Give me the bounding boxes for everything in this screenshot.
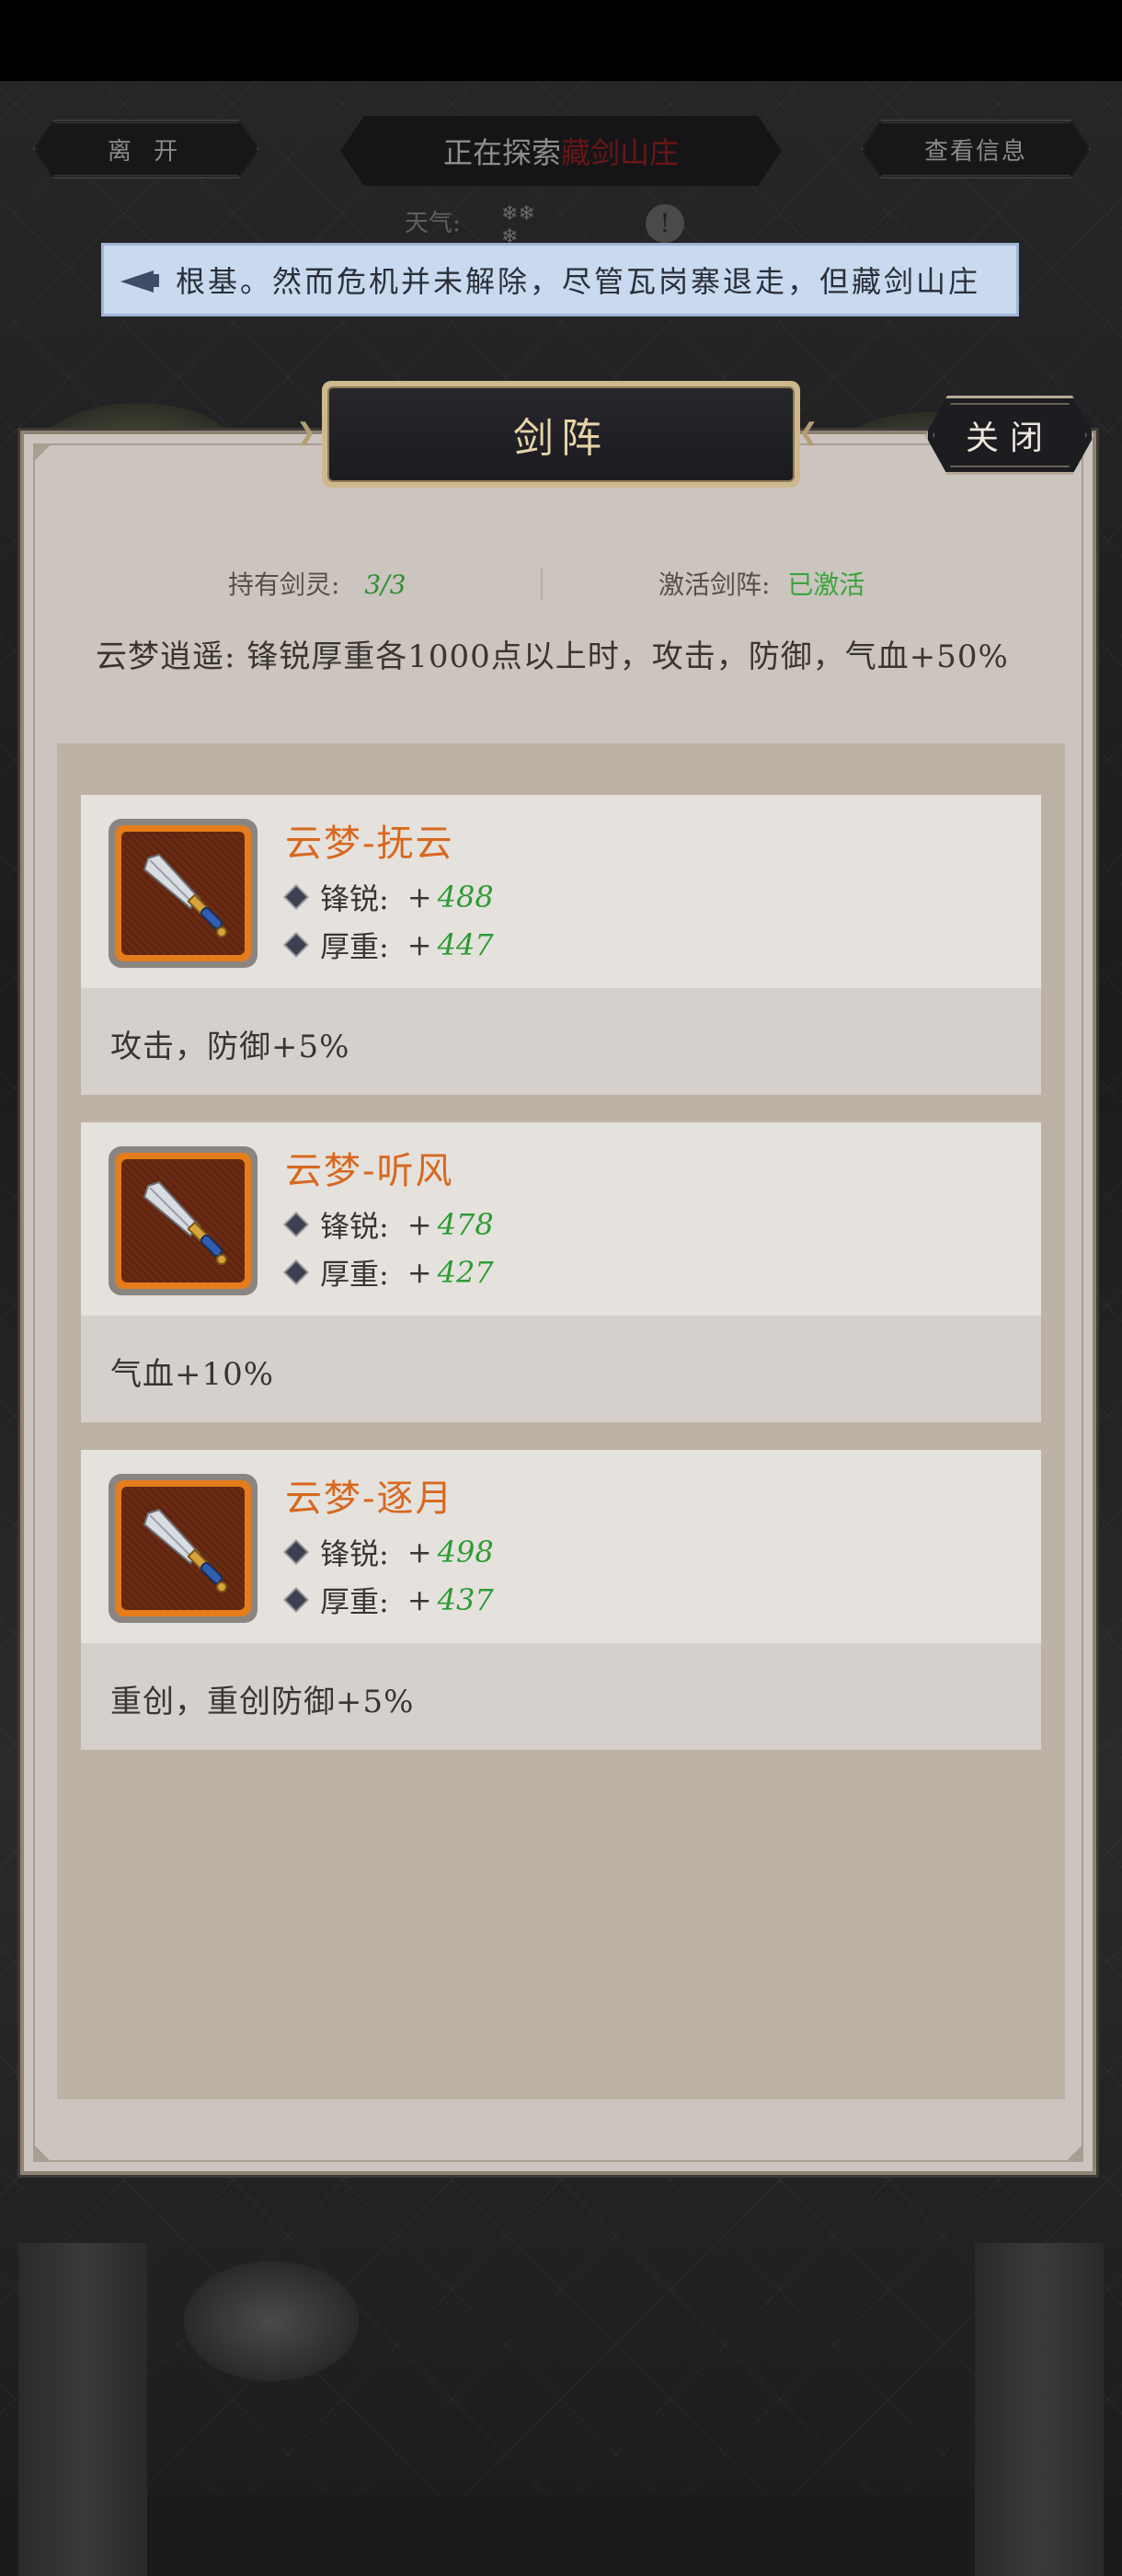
weight-plus: +: [406, 1255, 432, 1290]
sword-spirit-card[interactable]: 云梦-听风 锋锐: +478 厚重: +427 气血+10%: [81, 1122, 1041, 1422]
sharpness-label: 锋锐:: [320, 1536, 389, 1571]
spirit-name: 云梦-逐月: [285, 1478, 454, 1520]
exploring-banner: 正在探索 藏剑山庄: [340, 116, 782, 186]
sharpness-label: 锋锐:: [320, 881, 389, 916]
sword-icon: [143, 1508, 227, 1593]
activated-formation: 激活剑阵: 已激活: [658, 565, 864, 602]
sharpness-value: 498: [437, 1535, 494, 1570]
corner-ornament: ◤: [34, 441, 51, 464]
title-ornament-icon: ❮: [798, 419, 819, 446]
status-bar: [0, 0, 1122, 81]
exploring-location: 藏剑山庄: [561, 135, 680, 170]
announcement-marquee: 根基。然而危机并未解除，尽管瓦岗寨退走，但藏剑山庄: [101, 243, 1019, 316]
alert-icon[interactable]: !: [646, 204, 684, 243]
statue-decoration: [184, 2261, 359, 2381]
sharpness-value: 488: [437, 880, 494, 914]
announcement-text: 根基。然而危机并未解除，尽管瓦岗寨退走，但藏剑山庄: [176, 264, 981, 299]
pillar-decoration: [975, 2243, 1104, 2576]
dialog-title: 剑阵: [327, 386, 795, 482]
weight-plus: +: [406, 1582, 432, 1617]
corner-ornament: ◣: [34, 2141, 51, 2164]
sword-icon-frame: [109, 1146, 258, 1295]
weight-stat: 厚重: +447: [283, 924, 494, 966]
sharpness-stat: 锋锐: +478: [283, 1203, 494, 1246]
sword-icon-frame: [109, 819, 258, 968]
spirit-effect: 重创，重创防御+5%: [110, 1684, 415, 1720]
activated-value: 已激活: [787, 569, 865, 600]
weight-plus: +: [406, 927, 432, 962]
sword-icon: [143, 1180, 227, 1265]
diamond-icon: [285, 1541, 307, 1563]
spirit-name: 云梦-抚云: [285, 822, 454, 865]
leave-button-label: 离 开: [107, 137, 186, 166]
view-info-button[interactable]: 查看信息: [861, 120, 1091, 178]
sharpness-stat: 锋锐: +488: [283, 876, 494, 918]
sharpness-plus: +: [406, 880, 432, 914]
sharpness-plus: +: [406, 1535, 432, 1570]
sword-icon: [143, 853, 227, 937]
megaphone-icon: [120, 267, 161, 293]
sword-spirit-card[interactable]: 云梦-抚云 锋锐: +488 厚重: +447 攻击，防御+5%: [81, 795, 1041, 1095]
weight-value: 437: [437, 1582, 494, 1617]
close-button[interactable]: 关闭: [925, 396, 1094, 475]
owned-value: 3/3: [364, 569, 406, 600]
diamond-icon: [285, 1261, 307, 1283]
weight-label: 厚重:: [320, 1257, 389, 1292]
activated-label: 激活剑阵:: [658, 569, 771, 600]
spirit-effect: 气血+10%: [110, 1356, 275, 1393]
weight-value: 427: [437, 1255, 494, 1290]
weight-value: 447: [437, 927, 494, 962]
pillar-decoration: [18, 2243, 147, 2576]
owned-spirits: 持有剑灵: 3/3: [228, 565, 406, 602]
sharpness-value: 478: [437, 1207, 494, 1242]
weight-label: 厚重:: [320, 929, 389, 964]
weight-stat: 厚重: +437: [283, 1579, 494, 1621]
spirit-effect: 攻击，防御+5%: [110, 1029, 350, 1065]
owned-label: 持有剑灵:: [228, 569, 340, 600]
divider: [541, 569, 543, 600]
diamond-icon: [285, 934, 307, 956]
snowflake-icon: ❄❄ ❄: [501, 202, 535, 248]
diamond-icon: [285, 1589, 307, 1611]
sword-spirit-card[interactable]: 云梦-逐月 锋锐: +498 厚重: +437 重创，重创防御+5%: [81, 1450, 1041, 1750]
diamond-icon: [285, 1213, 307, 1236]
sharpness-plus: +: [406, 1207, 432, 1242]
sharpness-stat: 锋锐: +498: [283, 1531, 494, 1573]
weather-label: 天气:: [405, 210, 461, 237]
corner-ornament: ◢: [1066, 2141, 1082, 2164]
spirit-name: 云梦-听风: [285, 1150, 454, 1192]
view-info-label: 查看信息: [923, 137, 1027, 166]
exploring-prefix: 正在探索: [442, 135, 561, 170]
diamond-icon: [285, 886, 307, 908]
sword-icon-frame: [109, 1474, 258, 1623]
weight-label: 厚重:: [320, 1584, 389, 1619]
leave-button[interactable]: 离 开: [33, 120, 259, 178]
sharpness-label: 锋锐:: [320, 1209, 389, 1244]
dialog-title-plate: 剑阵: [322, 381, 800, 488]
weight-stat: 厚重: +427: [283, 1251, 494, 1294]
formation-bonus-text: 云梦逍遥: 锋锐厚重各1000点以上时，攻击，防御，气血+50%: [96, 638, 1009, 675]
